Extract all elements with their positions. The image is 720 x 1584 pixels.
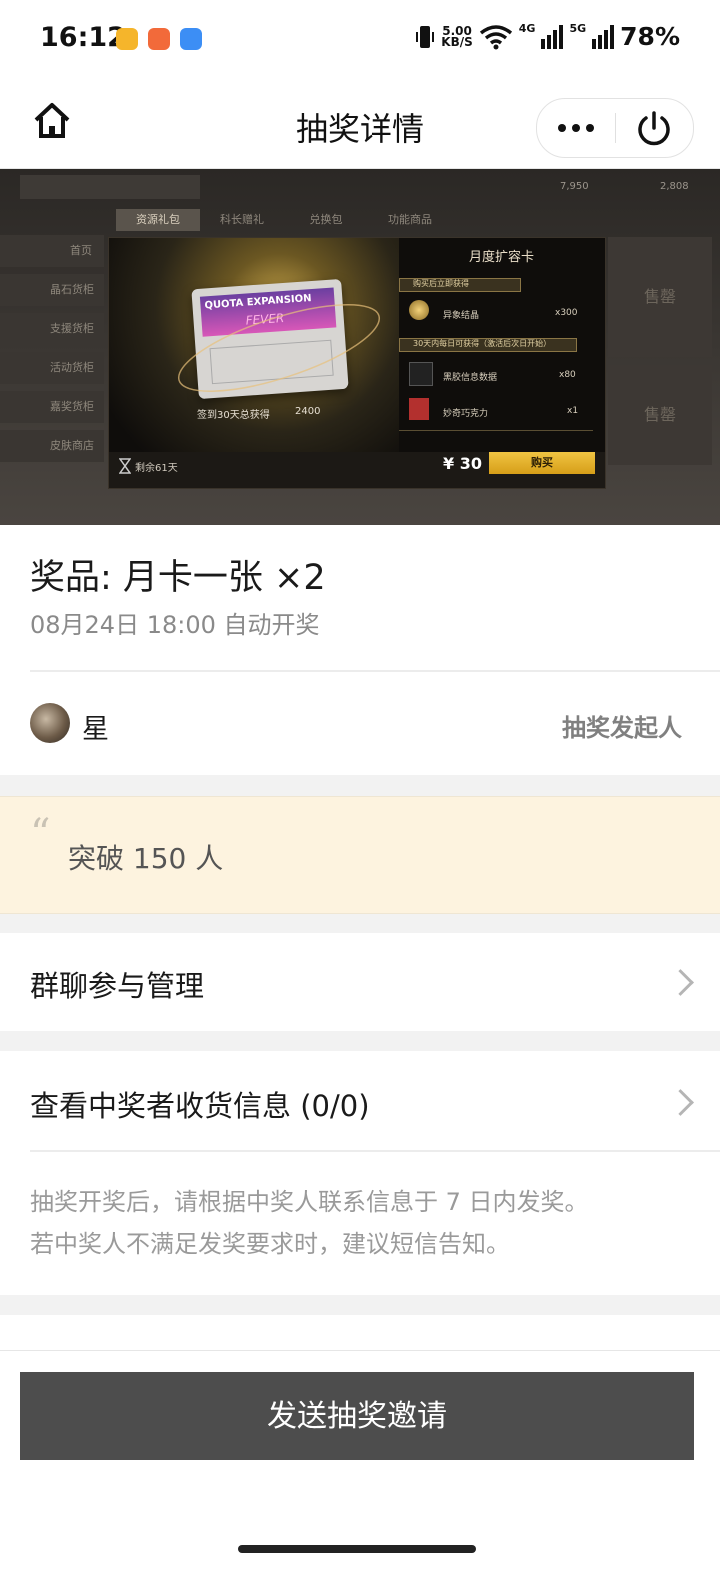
orbit-ring-icon [177, 304, 381, 392]
sign-in-amount: 2400 [295, 406, 321, 417]
status-bar: 16:12 5.00 KB/S 4G 5G 78% [0, 0, 720, 80]
hourglass-icon [119, 458, 131, 474]
crystal-icon [409, 300, 429, 320]
winner-info-section: 查看中奖者收货信息 (0/0) 抽奖开奖后，请根据中奖人联系信息于 7 日内发奖… [0, 1051, 720, 1295]
avatar[interactable] [30, 703, 70, 743]
winner-info-row[interactable]: 查看中奖者收货信息 (0/0) [0, 1051, 720, 1151]
group-manage-row[interactable]: 群聊参与管理 [0, 933, 720, 1031]
buy-button: 购买 [489, 452, 595, 474]
banner-tab: 兑换包 [309, 213, 343, 226]
host-name: 星 [82, 714, 109, 745]
chocolate-icon [409, 398, 429, 420]
quote-text: 突破 150 人 [68, 842, 224, 875]
vibrate-icon [416, 25, 435, 48]
host-role-label: 抽奖发起人 [562, 714, 682, 742]
banner-menu-item: 支援货柜 [0, 313, 104, 345]
group-manage-label: 群聊参与管理 [30, 969, 205, 1003]
send-invite-button[interactable]: 发送抽奖邀请 [20, 1372, 694, 1460]
yellow-app-icon [116, 28, 138, 50]
battery-level: 78% [620, 22, 680, 51]
status-time: 16:12 [40, 22, 126, 53]
item-1-qty: x300 [555, 308, 578, 318]
banner-menu-item: 晶石货柜 [0, 274, 104, 306]
banner-menu-item: 首页 [0, 235, 104, 267]
banner-menu-item: 嘉奖货柜 [0, 391, 104, 423]
divider [30, 670, 720, 672]
prize-title: 奖品: 月卡一张 ×2 [30, 558, 326, 598]
sold-out-panel: 售罄 [608, 365, 712, 465]
chevron-right-icon [667, 969, 694, 996]
nav-bar: 抽奖详情 [0, 80, 720, 169]
sold-out-panel: 售罄 [608, 237, 712, 357]
note-line-2: 若中奖人不满足发奖要求时，建议短信告知。 [30, 1230, 510, 1258]
banner-tabs: 资源礼包 科长赠礼 兑换包 功能商品 [116, 209, 606, 231]
banner-menu-item: 皮肤商店 [0, 430, 104, 462]
sign-in-text: 签到30天总获得 [197, 410, 270, 421]
section-1-label: 购买后立即获得 [413, 279, 469, 288]
status-right: 5.00 KB/S 4G 5G 78% [415, 22, 680, 51]
monthly-card-popup: QUOTA EXPANSION FEVER 签到30天总获得 2400 月度扩容… [108, 237, 606, 489]
remaining-days: 剩余61天 [135, 463, 178, 474]
prize-banner-image: 7,950 2,808 资源礼包 科长赠礼 兑换包 功能商品 首页 晶石货柜 支… [0, 169, 720, 525]
capsule-divider [615, 113, 616, 143]
banner-tab: 功能商品 [388, 213, 432, 226]
note-line-1: 抽奖开奖后，请根据中奖人联系信息于 7 日内发奖。 [30, 1188, 589, 1216]
banner-topbar [20, 175, 200, 199]
chevron-right-icon [667, 1089, 694, 1116]
card-title: 月度扩容卡 [469, 250, 535, 265]
banner-count-1: 7,950 [560, 181, 589, 192]
item-2-name: 黑胶信息数据 [443, 373, 498, 383]
milestone-quote: “ 突破 150 人 [0, 796, 720, 914]
bottom-divider [0, 1350, 720, 1351]
sig1-label: 4G [518, 22, 536, 35]
home-indicator[interactable] [238, 1545, 476, 1553]
item-3-name: 妙奇巧克力 [443, 409, 489, 419]
popup-divider [399, 430, 593, 431]
quote-mark-icon: “ [30, 811, 51, 857]
banner-tab: 科长赠礼 [220, 213, 264, 226]
section-2-label: 30天内每日可获得（激活后次日开始） [413, 339, 552, 348]
signal-icon [541, 24, 564, 49]
winner-info-label: 查看中奖者收货信息 (0/0) [30, 1089, 370, 1123]
vinyl-icon [409, 362, 433, 386]
sig2-label: 5G [569, 22, 587, 35]
prize-info-card: 奖品: 月卡一张 ×2 08月24日 18:00 自动开奖 星 抽奖发起人 [0, 525, 720, 775]
item-2-qty: x80 [559, 370, 576, 380]
price-label: ¥ 30 [443, 454, 482, 473]
power-icon[interactable] [635, 109, 673, 147]
item-3-qty: x1 [567, 406, 579, 416]
blue-app-icon [180, 28, 202, 50]
banner-menu-item: 活动货柜 [0, 352, 104, 384]
orange-app-icon [148, 28, 170, 50]
item-1-name: 异象结晶 [443, 311, 480, 321]
banner-count-2: 2,808 [660, 181, 689, 192]
more-dots-icon[interactable] [557, 118, 595, 138]
capsule-menu [536, 98, 694, 158]
draw-time: 08月24日 18:00 自动开奖 [30, 611, 320, 639]
signal-icon [592, 24, 615, 49]
wifi-icon [479, 24, 512, 49]
divider [30, 1150, 720, 1152]
banner-tab: 资源礼包 [116, 209, 200, 231]
banner-side-menu: 首页 晶石货柜 支援货柜 活动货柜 嘉奖货柜 皮肤商店 [0, 235, 104, 469]
network-speed: 5.00 KB/S [441, 23, 473, 49]
